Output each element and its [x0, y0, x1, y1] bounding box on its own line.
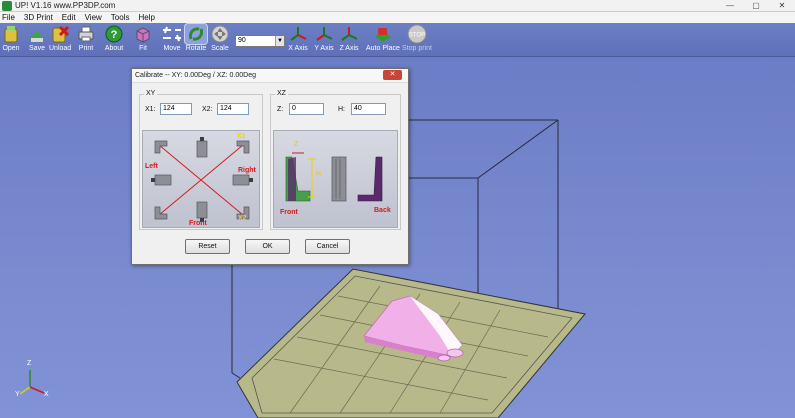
right-label: Right	[238, 167, 256, 174]
printer-icon	[75, 24, 97, 44]
h-marker-label: H	[316, 171, 322, 178]
axis-label-y: Y	[15, 391, 20, 398]
about-button[interactable]: ? About	[103, 24, 125, 52]
xy-group-label: XY	[144, 90, 158, 97]
front-label-xz: Front	[280, 209, 298, 216]
y-axis-icon	[313, 24, 335, 44]
close-window-button[interactable]: ✕	[769, 0, 795, 11]
z-label: Z:	[277, 106, 284, 113]
svg-text:?: ?	[111, 29, 118, 41]
back-label: Back	[374, 207, 391, 214]
menu-tools[interactable]: Tools	[111, 13, 130, 22]
y-axis-button[interactable]: Y Axis	[313, 24, 335, 52]
ok-button[interactable]: OK	[245, 239, 290, 254]
chevron-down-icon: ▼	[275, 36, 284, 46]
z-marker-label: Z	[294, 141, 299, 148]
scale-button[interactable]: Scale	[209, 24, 231, 52]
h-input[interactable]: 40	[351, 103, 386, 115]
xz-group-label: XZ	[275, 90, 288, 97]
xz-group: XZ Z: 0 H: 40 Z H Front Back	[270, 90, 401, 230]
minimize-button[interactable]: —	[717, 0, 743, 11]
window-title: UP! V1.16 www.PP3DP.com	[15, 1, 116, 10]
axis-label-z: Z	[27, 360, 32, 367]
x2-input[interactable]: 124	[217, 103, 249, 115]
scale-select[interactable]: 90 ▼	[235, 35, 285, 47]
left-label: Left	[145, 163, 158, 170]
move-button[interactable]: Move	[161, 24, 183, 52]
x-axis-button[interactable]: X Axis	[287, 24, 309, 52]
menu-edit[interactable]: Edit	[62, 13, 76, 22]
fit-button[interactable]: Fit	[132, 24, 154, 52]
auto-place-icon	[372, 24, 394, 44]
reset-button[interactable]: Reset	[185, 239, 230, 254]
auto-place-button[interactable]: Auto Place	[366, 24, 400, 52]
maximize-button[interactable]: ▢	[743, 0, 769, 11]
rotate-button[interactable]: Rotate	[184, 23, 208, 52]
unload-button[interactable]: Unload	[49, 24, 71, 52]
cancel-button[interactable]: Cancel	[305, 239, 350, 254]
save-button[interactable]: Save	[26, 24, 48, 52]
print-button[interactable]: Print	[75, 24, 97, 52]
stop-icon: STOP	[406, 24, 428, 44]
xy-group: XY X1: 124 X2: 124 X1 X2 Left Right Fron…	[139, 90, 263, 230]
menu-file[interactable]: File	[2, 13, 15, 22]
dialog-title: Calibrate -- XY: 0.00Deg / XZ: 0.00Deg	[132, 69, 408, 83]
open-button[interactable]: Open	[0, 24, 22, 52]
stop-print-button[interactable]: STOP Stop print	[402, 24, 432, 52]
xy-diagram: X1 X2 Left Right Front	[142, 130, 260, 228]
front-label-xy: Front	[189, 220, 207, 227]
svg-text:STOP: STOP	[409, 33, 425, 39]
axis-label-x: X	[44, 391, 49, 398]
fit-icon	[132, 24, 154, 44]
axis-indicator	[19, 370, 45, 395]
rotate-icon	[184, 23, 208, 45]
menu-bar: File 3D Print Edit View Tools Help	[0, 12, 795, 23]
menu-help[interactable]: Help	[138, 13, 154, 22]
toolbar: Open Save Unload Print ? About Fit Move	[0, 23, 795, 57]
x-axis-icon	[287, 24, 309, 44]
save-icon	[26, 24, 48, 44]
move-icon	[161, 24, 183, 44]
title-bar: UP! V1.16 www.PP3DP.com — ▢ ✕	[0, 0, 795, 12]
menu-view[interactable]: View	[85, 13, 102, 22]
unload-icon	[49, 24, 71, 44]
x2-label: X2:	[202, 106, 213, 113]
x1-input[interactable]: 124	[160, 103, 192, 115]
z-axis-button[interactable]: Z Axis	[338, 24, 360, 52]
app-icon	[2, 0, 12, 11]
z-input[interactable]: 0	[289, 103, 324, 115]
z-axis-icon	[338, 24, 360, 44]
open-icon	[0, 24, 22, 44]
xz-diagram: Z H Front Back	[273, 130, 398, 228]
menu-3d-print[interactable]: 3D Print	[24, 13, 53, 22]
scale-icon	[209, 24, 231, 44]
x2-marker-label: X2	[238, 215, 247, 222]
help-icon: ?	[103, 24, 125, 44]
x1-marker-label: X1	[237, 133, 246, 140]
dialog-close-button[interactable]: ✕	[383, 70, 402, 80]
h-label: H:	[338, 106, 345, 113]
calibrate-dialog: Calibrate -- XY: 0.00Deg / XZ: 0.00Deg ✕…	[131, 68, 409, 265]
x1-label: X1:	[145, 106, 156, 113]
